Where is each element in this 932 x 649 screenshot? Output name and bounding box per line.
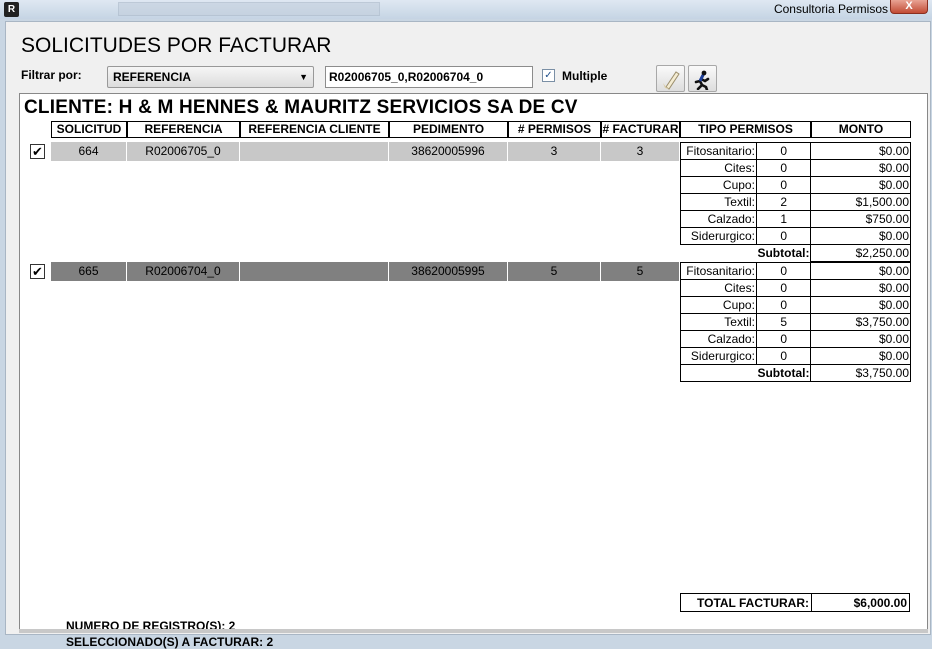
permit-type: Cupo: <box>680 296 757 314</box>
permit-qty: 0 <box>755 330 812 348</box>
cell-pedimento: 38620005996 <box>389 142 508 161</box>
permit-type: Siderurgico: <box>680 347 757 365</box>
subtotal-value: $3,750.00 <box>810 364 911 382</box>
bottom-border <box>19 629 928 633</box>
permit-type: Textil: <box>680 193 757 211</box>
filter-label: Filtrar por: <box>21 68 82 82</box>
check-icon: ✔ <box>30 144 45 159</box>
page-title: SOLICITUDES POR FACTURAR <box>21 34 332 57</box>
permit-type: Calzado: <box>680 210 757 228</box>
permit-qty: 0 <box>755 176 812 194</box>
subtotal-label: Subtotal: <box>679 364 812 382</box>
permit-qty: 2 <box>755 193 812 211</box>
filter-select[interactable]: REFERENCIA ▼ <box>107 66 314 88</box>
permit-type: Cites: <box>680 159 757 177</box>
header-solicitud: SOLICITUD <box>51 121 127 138</box>
permit-qty: 0 <box>755 142 812 160</box>
cell-referencia: R02006704_0 <box>127 262 240 281</box>
close-button[interactable]: X <box>890 0 928 14</box>
cell-solicitud: 665 <box>51 262 127 281</box>
permit-qty: 0 <box>755 347 812 365</box>
permit-amount: $0.00 <box>810 159 911 177</box>
filter-select-value: REFERENCIA <box>113 70 192 84</box>
permit-amount: $0.00 <box>810 176 911 194</box>
permit-qty: 1 <box>755 210 812 228</box>
header-facturar: # FACTURAR <box>601 121 680 138</box>
permit-amount: $1,500.00 <box>810 193 911 211</box>
permit-amount: $0.00 <box>810 347 911 365</box>
permit-type: Textil: <box>680 313 757 331</box>
run-button[interactable] <box>688 65 717 92</box>
results-panel: CLIENTE: H & M HENNES & MAURITZ SERVICIO… <box>19 93 928 649</box>
permit-qty: 0 <box>755 279 812 297</box>
permit-type: Fitosanitario: <box>680 142 757 160</box>
permit-qty: 0 <box>755 262 812 280</box>
window-title: Consultoria Permisos <box>773 2 888 16</box>
cell-referencia-cliente <box>240 262 389 281</box>
subtotal-label: Subtotal: <box>680 244 812 262</box>
permit-qty: 0 <box>755 159 812 177</box>
multiple-label: Multiple <box>562 69 608 83</box>
cell-pedimento: 38620005995 <box>389 262 508 281</box>
permit-type: Cites: <box>680 279 757 297</box>
permit-amount: $0.00 <box>810 262 911 280</box>
permit-amount: $0.00 <box>810 296 911 314</box>
cell-facturar: 3 <box>601 142 680 161</box>
table-row[interactable]: ✔ 664 R02006705_0 38620005996 3 3 <box>25 142 680 161</box>
reference-input[interactable]: R02006705_0,R02006704_0 <box>325 66 533 88</box>
row-checkbox[interactable]: ✔ <box>25 262 51 281</box>
selected-count: SELECCIONADO(S) A FACTURAR: 2 <box>66 635 274 649</box>
cell-solicitud: 664 <box>51 142 127 161</box>
multiple-checkbox[interactable]: ✓ <box>542 69 555 82</box>
clear-button[interactable] <box>656 65 685 92</box>
total-box: TOTAL FACTURAR: $6,000.00 <box>680 593 910 612</box>
permit-amount: $0.00 <box>810 330 911 348</box>
client-name: CLIENTE: H & M HENNES & MAURITZ SERVICIO… <box>24 97 578 118</box>
cell-referencia: R02006705_0 <box>127 142 240 161</box>
app-icon: R <box>4 2 19 17</box>
permit-table: Fitosanitario: 0 $0.00 Cites: 0 $0.00 Cupo: 0… <box>679 262 911 382</box>
permit-qty: 0 <box>755 227 812 245</box>
cell-permisos: 5 <box>508 262 601 281</box>
subtotal-value: $2,250.00 <box>810 244 911 262</box>
cell-facturar: 5 <box>601 262 680 281</box>
total-value: $6,000.00 <box>811 593 910 612</box>
runner-icon <box>694 70 710 90</box>
header-referencia-cliente: REFERENCIA CLIENTE <box>240 121 389 138</box>
permit-type: Cupo: <box>680 176 757 194</box>
row-checkbox[interactable]: ✔ <box>25 142 51 161</box>
total-label: TOTAL FACTURAR: <box>680 593 812 612</box>
permit-type: Fitosanitario: <box>680 262 757 280</box>
header-tipo-permisos: TIPO PERMISOS <box>680 121 811 138</box>
eraser-icon <box>663 71 680 90</box>
permit-amount: $0.00 <box>810 279 911 297</box>
cell-permisos: 3 <box>508 142 601 161</box>
check-icon: ✔ <box>30 264 45 279</box>
cell-referencia-cliente <box>240 142 389 161</box>
permit-type: Siderurgico: <box>680 227 757 245</box>
permit-amount: $3,750.00 <box>810 313 911 331</box>
header-pedimento: PEDIMENTO <box>389 121 508 138</box>
title-bar: R Consultoria Permisos X <box>0 0 932 19</box>
permit-qty: 0 <box>755 296 812 314</box>
table-row[interactable]: ✔ 665 R02006704_0 38620005995 5 5 <box>25 262 680 281</box>
header-monto: MONTO <box>811 121 911 138</box>
header-permisos: # PERMISOS <box>508 121 601 138</box>
permit-type: Calzado: <box>680 330 757 348</box>
permit-qty: 5 <box>755 313 812 331</box>
taskbar-blur <box>118 2 380 16</box>
header-referencia: REFERENCIA <box>127 121 240 138</box>
main-window: SOLICITUDES POR FACTURAR Filtrar por: RE… <box>5 21 931 649</box>
permit-amount: $0.00 <box>810 227 911 245</box>
permit-amount: $750.00 <box>810 210 911 228</box>
permit-amount: $0.00 <box>810 142 911 160</box>
chevron-down-icon: ▼ <box>299 72 308 82</box>
permit-table: Fitosanitario: 0 $0.00 Cites: 0 $0.00 Cupo: 0… <box>680 142 911 262</box>
